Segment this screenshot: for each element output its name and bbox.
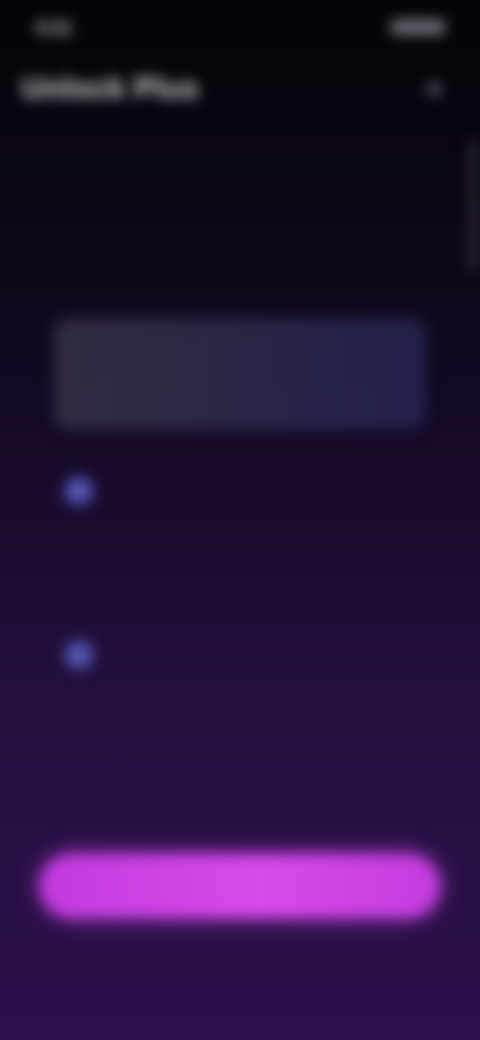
page-title: Unlock Plus	[22, 72, 200, 105]
status-icons	[390, 20, 446, 34]
feature-item: ✓	[56, 468, 396, 618]
screen-blur-layer: 9:41 Unlock Plus × ✓ ✓	[0, 0, 480, 1040]
check-icon: ✓	[64, 476, 94, 506]
close-icon[interactable]: ×	[418, 74, 450, 106]
status-time: 9:41	[36, 18, 73, 38]
header: Unlock Plus ×	[0, 62, 480, 122]
check-icon: ✓	[64, 640, 94, 670]
scroll-indicator[interactable]	[471, 140, 476, 270]
price-card[interactable]	[54, 318, 426, 430]
subscribe-button[interactable]	[40, 854, 440, 918]
status-bar: 9:41	[0, 0, 480, 56]
feature-item: ✓	[56, 632, 396, 742]
